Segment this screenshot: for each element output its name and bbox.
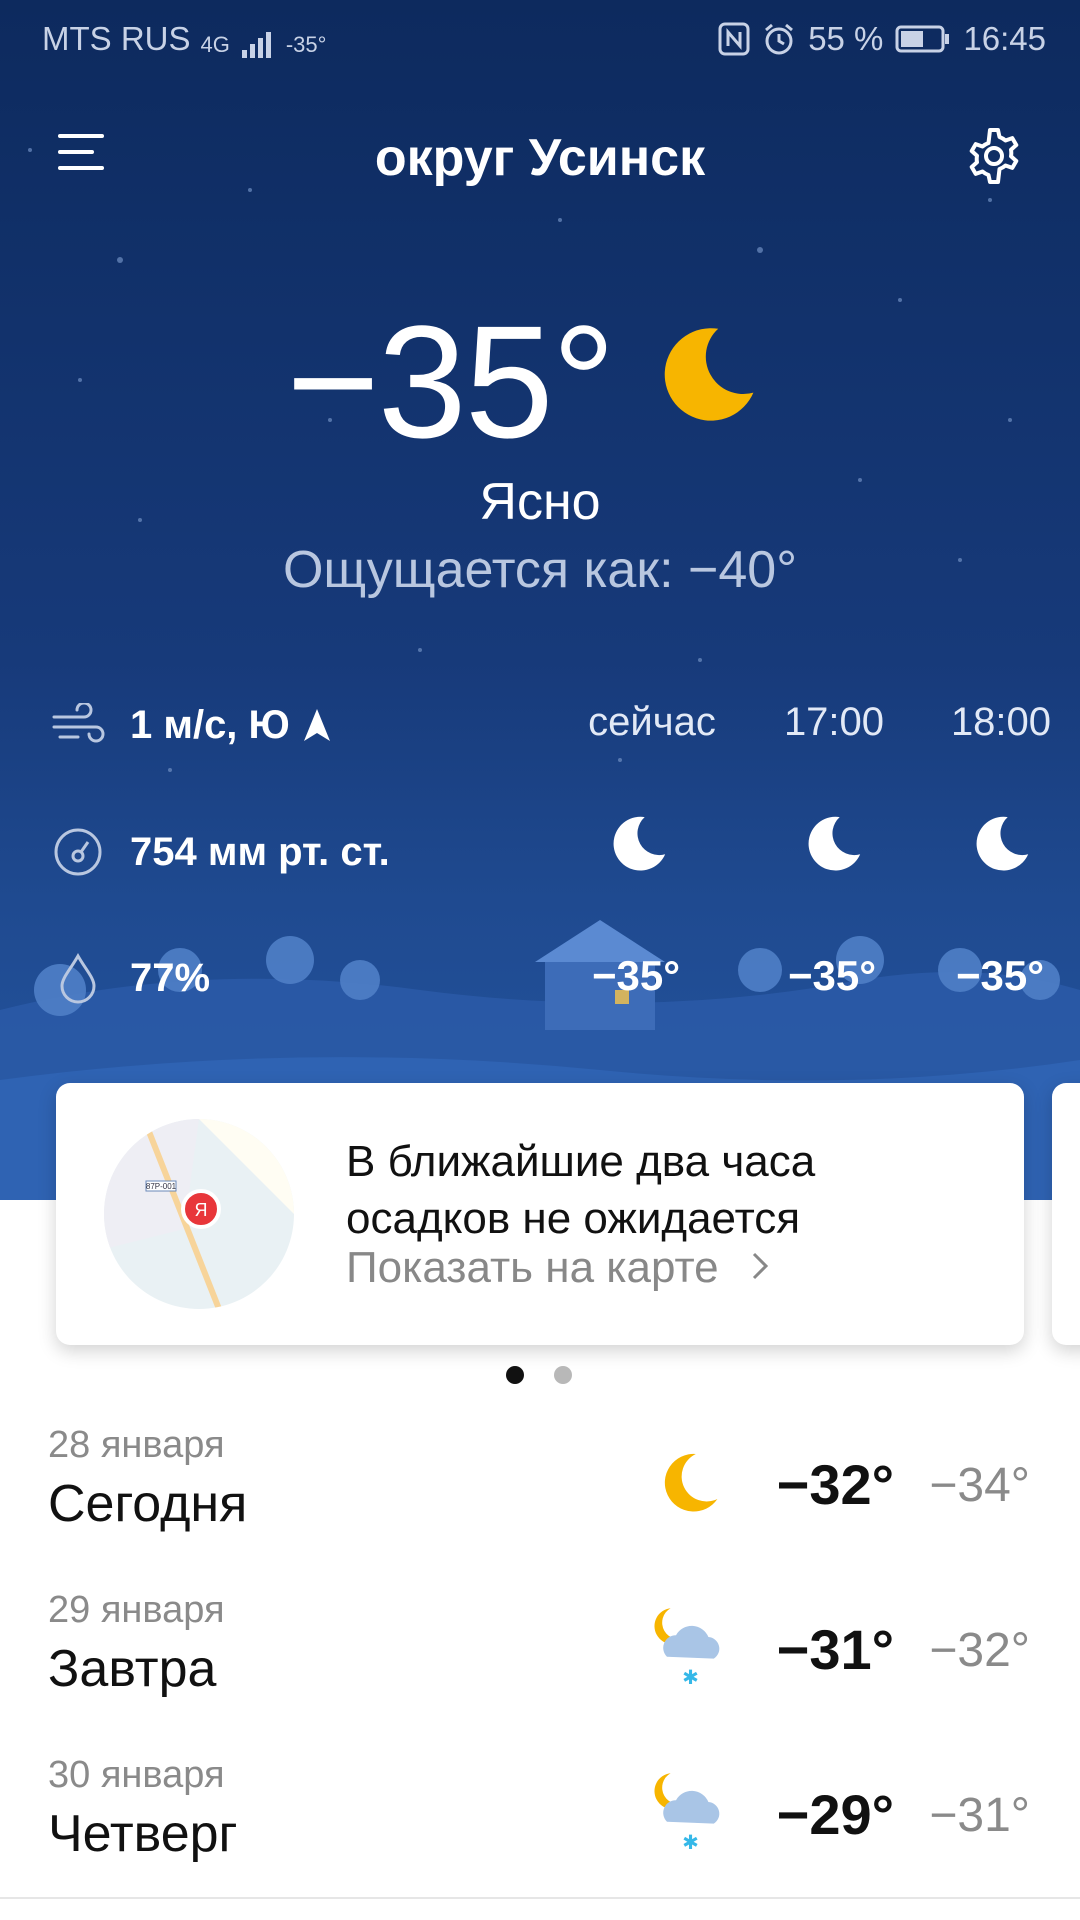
signal-icon xyxy=(241,32,271,58)
svg-text:✱: ✱ xyxy=(682,1666,699,1689)
wind-value: 1 м/с, Ю xyxy=(130,702,290,747)
day-low-temp: −34° xyxy=(929,1459,1030,1512)
pressure-gauge-icon xyxy=(48,822,108,882)
current-temperature-row: −35° xyxy=(0,290,1080,474)
day-high-temp: −31° xyxy=(776,1618,894,1681)
humidity-value: 77% xyxy=(130,955,211,1000)
wind-icon xyxy=(48,695,108,755)
hour-temperature: −35° xyxy=(591,952,681,999)
day-high-temp: −29° xyxy=(776,1783,894,1846)
moon-icon xyxy=(976,816,1029,871)
chevron-right-icon xyxy=(752,1252,768,1280)
map-road-label: 87P-001 xyxy=(146,1182,177,1191)
moon-icon xyxy=(808,816,861,871)
daily-row[interactable]: 29 января Завтра ✱ −31° −32° xyxy=(0,1567,1080,1734)
nowcast-card[interactable]: 87P-001 Я В ближайшие два часа осадков н… xyxy=(56,1083,1024,1345)
daily-row[interactable]: 30 января Четверг ✱ −29° −31° xyxy=(0,1732,1080,1899)
wind-direction-icon xyxy=(303,709,330,741)
city-title[interactable]: округ Усинск xyxy=(0,128,1080,188)
moon-icon xyxy=(664,328,754,421)
svg-text:✱: ✱ xyxy=(682,1831,699,1854)
pager-dot[interactable] xyxy=(554,1366,572,1384)
nowcast-message: В ближайшие два часа осадков не ожидаетс… xyxy=(346,1137,816,1243)
day-date: 30 января xyxy=(48,1754,225,1796)
hour-temperature: −35° xyxy=(787,952,877,999)
hour-time: сейчас xyxy=(588,700,716,744)
day-low-temp: −32° xyxy=(929,1624,1030,1677)
clock: 16:45 xyxy=(963,20,1046,57)
day-date: 28 января xyxy=(48,1424,225,1466)
day-name: Завтра xyxy=(48,1640,217,1698)
card-pager xyxy=(0,1366,1080,1386)
droplet-icon xyxy=(48,948,108,1008)
hour-time: 18:00 xyxy=(950,700,1052,744)
next-card-peek[interactable] xyxy=(1052,1083,1080,1345)
network-type: 4G xyxy=(200,32,230,57)
humidity-row: 77% xyxy=(48,948,210,1008)
show-on-map-label: Показать на карте xyxy=(346,1243,719,1292)
day-high-temp: −32° xyxy=(776,1453,894,1516)
status-bar: MTS RUS 4G -35° 55 % 16:45 xyxy=(0,0,1080,76)
battery-percent: 55 % xyxy=(808,20,884,57)
day-name: Сегодня xyxy=(48,1475,248,1533)
moon-cloud-snow-icon: ✱ xyxy=(654,1773,720,1854)
carrier-label: MTS RUS xyxy=(42,20,191,57)
battery-icon xyxy=(895,25,950,53)
hour-temperature: −35° xyxy=(955,952,1045,999)
moon-icon xyxy=(613,816,666,871)
show-on-map-link[interactable]: Показать на карте xyxy=(346,1243,773,1293)
gear-icon[interactable] xyxy=(962,124,1026,188)
wind-row: 1 м/с, Ю xyxy=(48,695,332,755)
hour-time: 17:00 xyxy=(783,700,885,744)
nfc-icon xyxy=(718,22,750,56)
day-date: 29 января xyxy=(48,1589,225,1631)
app-header: округ Усинск xyxy=(0,110,1080,200)
pressure-value: 754 мм рт. ст. xyxy=(130,829,390,874)
current-temperature: −35° xyxy=(286,292,615,471)
status-temperature: -35° xyxy=(285,32,327,57)
moon-cloud-snow-icon: ✱ xyxy=(654,1608,720,1689)
condition-text: Ясно xyxy=(479,473,601,531)
pager-dot-active[interactable] xyxy=(506,1366,524,1384)
alarm-icon xyxy=(765,23,794,55)
day-low-temp: −31° xyxy=(929,1789,1030,1842)
feels-like-text: Ощущается как: −40° xyxy=(282,541,797,599)
moon-icon xyxy=(664,1453,718,1512)
yandex-logo-marker: Я xyxy=(195,1200,208,1220)
daily-row[interactable]: 28 января Сегодня −32° −34° xyxy=(0,1402,1080,1569)
pressure-row: 754 мм рт. ст. xyxy=(48,822,390,882)
day-name: Четверг xyxy=(48,1805,238,1863)
nowcast-map-thumbnail[interactable]: 87P-001 Я xyxy=(104,1119,294,1309)
